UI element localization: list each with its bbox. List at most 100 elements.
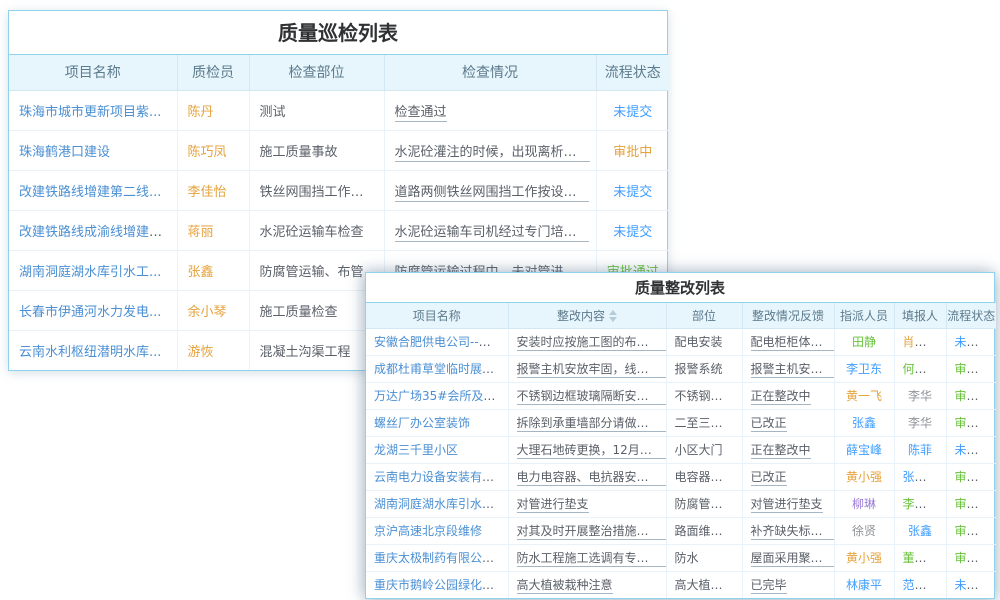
reporter-text: 何芷妍 <box>903 362 939 376</box>
status-text: 审批通过 <box>955 524 997 538</box>
column-header-label: 项目名称 <box>413 309 461 323</box>
situation-cell: 道路两侧铁丝网围挡工作按设计... <box>384 170 596 210</box>
project-link[interactable]: 云南电力设备安装有限公司20... <box>374 470 508 484</box>
reporter-text: 肖亚军 <box>903 335 939 349</box>
project-link[interactable]: 成都杜甫草堂临时展厅独立展... <box>374 362 508 376</box>
table-row: 成都杜甫草堂临时展厅独立展...报警主机安放牢固，线缆连接... 报警系统 报警主机… <box>366 355 996 382</box>
project-link[interactable]: 螺丝厂办公室装饰 <box>374 416 470 430</box>
feedback-text: 已改正 <box>751 470 787 486</box>
status-text: 未提交 <box>955 335 991 349</box>
column-header-label: 指派人员 <box>840 309 888 323</box>
project-link[interactable]: 改建铁路线增建第二线... <box>19 185 161 200</box>
assignee-text: 黄一飞 <box>846 389 882 403</box>
feedback-cell: 配电柜柜体与... <box>742 328 834 355</box>
column-header-label: 流程状态 <box>947 309 995 323</box>
part-cell: 配电安装 <box>666 328 742 355</box>
situation-text: 检查通过 <box>395 105 447 122</box>
assignee-text: 黄小强 <box>846 470 882 484</box>
feedback-text: 对管进行垫支 <box>751 497 823 513</box>
feedback-text: 报警主机安放... <box>751 362 834 378</box>
part-cell: 铁丝网围挡工作检查 <box>249 170 384 210</box>
inspector-cell: 陈巧凤 <box>177 130 249 170</box>
project-cell: 龙湖三千里小区 <box>366 436 508 463</box>
column-header-label: 流程状态 <box>605 65 661 81</box>
part-text: 报警系统 <box>675 362 723 376</box>
part-text: 施工质量检查 <box>260 305 338 320</box>
inspector-text: 蒋丽 <box>188 225 214 240</box>
part-cell: 不锈钢安装... <box>666 382 742 409</box>
status-cell: 审批中 <box>596 130 669 170</box>
reporter-cell: 董清平 <box>894 544 946 571</box>
part-text: 施工质量事故 <box>260 145 338 160</box>
table-row: 安徽合肥供电公司--配电设备... 安装时应按施工图的布置，将...配电安装配电柜… <box>366 328 996 355</box>
project-link[interactable]: 京沪高速北京段维修 <box>374 524 482 538</box>
project-link[interactable]: 改建铁路线成渝线增建第... <box>19 225 174 240</box>
project-link[interactable]: 湖南洞庭湖水库引水工... <box>19 265 161 280</box>
feedback-text: 屋面采用聚氨... <box>751 551 834 567</box>
reporter-cell: 范思哲 <box>894 571 946 598</box>
rectification-table-body: 安徽合肥供电公司--配电设备... 安装时应按施工图的布置，将...配电安装配电柜… <box>366 328 996 598</box>
part-cell: 测试 <box>249 90 384 130</box>
inspector-text: 陈丹 <box>188 105 214 120</box>
assignee-cell: 田静 <box>834 328 894 355</box>
assignee-text: 张鑫 <box>852 416 876 430</box>
reporter-cell: 李若若 <box>894 490 946 517</box>
content-cell: 对其及时开展整治措施，桥头... <box>508 517 666 544</box>
project-cell: 改建铁路线成渝线增建第... <box>9 210 177 250</box>
feedback-text: 已改正 <box>751 416 787 432</box>
reporter-text: 李华 <box>908 416 932 430</box>
reporter-text: 范思哲 <box>903 578 939 592</box>
status-cell: 审批通过 <box>946 463 996 490</box>
status-cell: 审批通过 <box>946 382 996 409</box>
part-cell: 防腐管运输、布管 <box>249 250 384 290</box>
project-link[interactable]: 长春市伊通河水力发电... <box>19 305 161 320</box>
table-row: 湖南洞庭湖水库引水工程施工标对管进行垫支防腐管运输...对管进行垫支柳琳李若若审… <box>366 490 996 517</box>
feedback-cell: 对管进行垫支 <box>742 490 834 517</box>
inspector-cell: 张鑫 <box>177 250 249 290</box>
status-cell: 未提交 <box>596 170 669 210</box>
project-cell: 成都杜甫草堂临时展厅独立展... <box>366 355 508 382</box>
table-row: 重庆市鹅岭公园绿化景观提升...高大植被栽种注意高大植被栽种已完毕林康平范思哲未… <box>366 571 996 598</box>
sort-icon[interactable] <box>609 310 617 322</box>
inspector-text: 余小琴 <box>188 305 227 320</box>
content-text: 对其及时开展整治措施，桥头... <box>517 524 667 540</box>
assignee-cell: 黄一飞 <box>834 382 894 409</box>
status-text: 审批通过 <box>955 389 997 403</box>
part-cell: 路面维修检... <box>666 517 742 544</box>
project-link[interactable]: 重庆太极制药有限公司亳州中... <box>374 551 508 565</box>
project-cell: 湖南洞庭湖水库引水工程施工标 <box>366 490 508 517</box>
content-text: 高大植被栽种注意 <box>517 578 613 594</box>
assignee-text: 林康平 <box>846 578 882 592</box>
table-row: 珠海鹤港口建设陈巧凤施工质量事故水泥砼灌注的时候，出现离析现象审批中 <box>9 130 669 170</box>
feedback-cell: 已改正 <box>742 463 834 490</box>
part-text: 水泥砼运输车检查 <box>260 225 364 240</box>
reporter-text: 张小东 <box>903 470 939 484</box>
content-cell: 大理石地砖更换，12月31日之... <box>508 436 666 463</box>
column-header-reporter: 填报人 <box>894 303 946 328</box>
reporter-text: 张鑫 <box>908 524 932 538</box>
table-row: 珠海市城市更新项目紫...陈丹测试检查通过未提交 <box>9 90 669 130</box>
column-header-content[interactable]: 整改内容 <box>508 303 666 328</box>
quality-rectification-table: 项目名称整改内容部位整改情况反馈指派人员填报人流程状态 安徽合肥供电公司--配电… <box>366 303 996 598</box>
status-cell: 审批通过 <box>946 409 996 436</box>
reporter-text: 李华 <box>908 389 932 403</box>
part-text: 铁丝网围挡工作检查 <box>260 185 377 200</box>
reporter-cell: 张小东 <box>894 463 946 490</box>
part-text: 防腐管运输、布管 <box>260 265 364 280</box>
feedback-text: 正在整改中 <box>751 389 811 405</box>
project-link[interactable]: 珠海市城市更新项目紫... <box>19 105 161 120</box>
content-cell: 对管进行垫支 <box>508 490 666 517</box>
project-link[interactable]: 安徽合肥供电公司--配电设备... <box>374 335 508 349</box>
project-link[interactable]: 龙湖三千里小区 <box>374 443 458 457</box>
project-link[interactable]: 珠海鹤港口建设 <box>19 145 110 160</box>
content-cell: 报警主机安放牢固，线缆连接... <box>508 355 666 382</box>
situation-text: 水泥砼运输车司机经过专门培训... <box>395 225 589 242</box>
project-link[interactable]: 湖南洞庭湖水库引水工程施工标 <box>374 497 508 511</box>
reporter-text: 董清平 <box>903 551 939 565</box>
project-link[interactable]: 万达广场35#会所及咖啡厅空... <box>374 389 508 403</box>
content-text: 安装时应按施工图的布置，将... <box>517 335 667 351</box>
project-link[interactable]: 云南水利枢纽潜明水库... <box>19 345 161 360</box>
status-text: 审批通过 <box>955 416 997 430</box>
column-header-label: 整改内容 <box>557 309 605 323</box>
project-link[interactable]: 重庆市鹅岭公园绿化景观提升... <box>374 578 508 592</box>
